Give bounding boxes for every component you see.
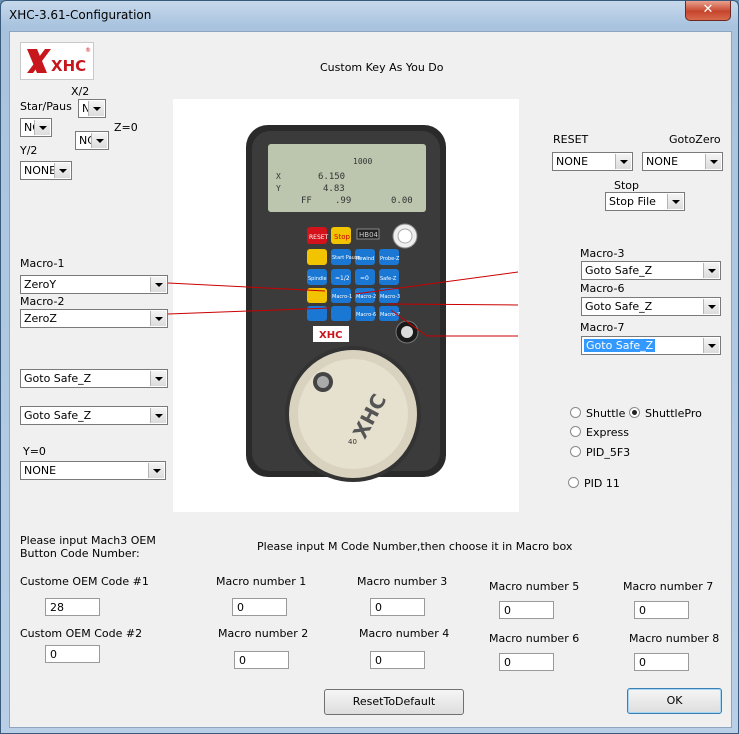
- macro-number-6-input[interactable]: 0: [499, 653, 554, 671]
- chevron-down-icon: [150, 371, 166, 386]
- macro-number-8-label: Macro number 8: [629, 632, 720, 645]
- express-radio[interactable]: [570, 426, 581, 437]
- macro6-label: Macro-6: [580, 282, 625, 295]
- macro-number-5-input[interactable]: 0: [499, 601, 554, 619]
- macro2-combo[interactable]: ZeroZ: [20, 309, 168, 328]
- macro-number-7-input[interactable]: 0: [634, 601, 689, 619]
- reset-to-default-button[interactable]: ResetToDefault: [324, 689, 464, 715]
- ok-button[interactable]: OK: [627, 688, 722, 714]
- macro-combo-a[interactable]: Goto Safe_Z: [20, 369, 168, 388]
- gotozero-label: GotoZero: [669, 133, 721, 146]
- oem-code1-label: Custome OEM Code #1: [20, 575, 149, 588]
- y0-label: Y=0: [23, 445, 46, 458]
- macro7-combo[interactable]: Goto Safe_Z: [581, 336, 721, 355]
- pid-5f3-label: PID_5F3: [586, 446, 631, 459]
- macro-combo-b[interactable]: Goto Safe_Z: [20, 406, 168, 425]
- macro-number-5-label: Macro number 5: [489, 580, 580, 593]
- macro3-combo[interactable]: Goto Safe_Z: [581, 261, 721, 280]
- stop-combo[interactable]: Stop File: [605, 192, 685, 211]
- client-area: XHC ® Custom Key As You Do Star/Paus NC …: [9, 31, 732, 728]
- macro-number-2-input[interactable]: 0: [234, 651, 289, 669]
- reset-combo[interactable]: NONE: [552, 152, 633, 171]
- macro1-combo[interactable]: ZeroY: [20, 275, 168, 294]
- macro1-label: Macro-1: [20, 257, 65, 270]
- close-button[interactable]: ✕: [685, 1, 731, 21]
- pid-11-radio[interactable]: [568, 477, 579, 488]
- mcode-instruction: Please input M Code Number,then choose i…: [257, 540, 573, 553]
- macro-number-3-input[interactable]: 0: [370, 598, 425, 616]
- chevron-down-icon: [150, 277, 166, 292]
- macro-number-1-input[interactable]: 0: [232, 598, 287, 616]
- macro-number-7-label: Macro number 7: [623, 580, 714, 593]
- chevron-down-icon: [667, 194, 683, 209]
- chevron-down-icon: [615, 154, 631, 169]
- shuttlepro-label: ShuttlePro: [645, 407, 702, 420]
- oem-code2-input[interactable]: 0: [45, 645, 100, 663]
- macro6-combo[interactable]: Goto Safe_Z: [581, 297, 721, 316]
- window-title: XHC-3.61-Configuration: [9, 8, 152, 22]
- chevron-down-icon: [150, 408, 166, 423]
- y0-combo[interactable]: NONE: [20, 461, 166, 480]
- macro2-label: Macro-2: [20, 295, 65, 308]
- chevron-down-icon: [703, 338, 719, 353]
- gotozero-combo[interactable]: NONE: [642, 152, 723, 171]
- express-label: Express: [586, 426, 629, 439]
- shuttle-radio[interactable]: [570, 407, 581, 418]
- config-window: XHC-3.61-Configuration ✕ XHC ® Custom Ke…: [0, 0, 739, 734]
- macro-number-8-input[interactable]: 0: [634, 653, 689, 671]
- macro-number-1-label: Macro number 1: [216, 575, 307, 588]
- macro-number-3-label: Macro number 3: [357, 575, 448, 588]
- stop-label: Stop: [614, 179, 640, 192]
- chevron-down-icon: [703, 299, 719, 314]
- chevron-down-icon: [703, 263, 719, 278]
- reset-label: RESET: [553, 133, 589, 146]
- shuttle-label: Shuttle: [586, 407, 626, 420]
- chevron-down-icon: [148, 463, 164, 478]
- macro-number-4-input[interactable]: 0: [370, 651, 425, 669]
- macro-number-2-label: Macro number 2: [218, 627, 309, 640]
- oem-code2-label: Custom OEM Code #2: [20, 627, 143, 640]
- shuttlepro-radio[interactable]: [629, 407, 640, 418]
- macro3-label: Macro-3: [580, 247, 625, 260]
- oem-instruction-2: Button Code Number:: [20, 547, 140, 560]
- oem-code1-input[interactable]: 28: [45, 598, 100, 616]
- macro-number-4-label: Macro number 4: [359, 627, 450, 640]
- macro-number-6-label: Macro number 6: [489, 632, 580, 645]
- pid-11-label: PID 11: [584, 477, 620, 490]
- title-bar[interactable]: XHC-3.61-Configuration ✕: [1, 1, 738, 29]
- oem-instruction-1: Please input Mach3 OEM: [20, 534, 156, 547]
- close-icon: ✕: [702, 2, 714, 17]
- macro7-label: Macro-7: [580, 321, 625, 334]
- chevron-down-icon: [705, 154, 721, 169]
- chevron-down-icon: [150, 311, 166, 326]
- pid-5f3-radio[interactable]: [570, 446, 581, 457]
